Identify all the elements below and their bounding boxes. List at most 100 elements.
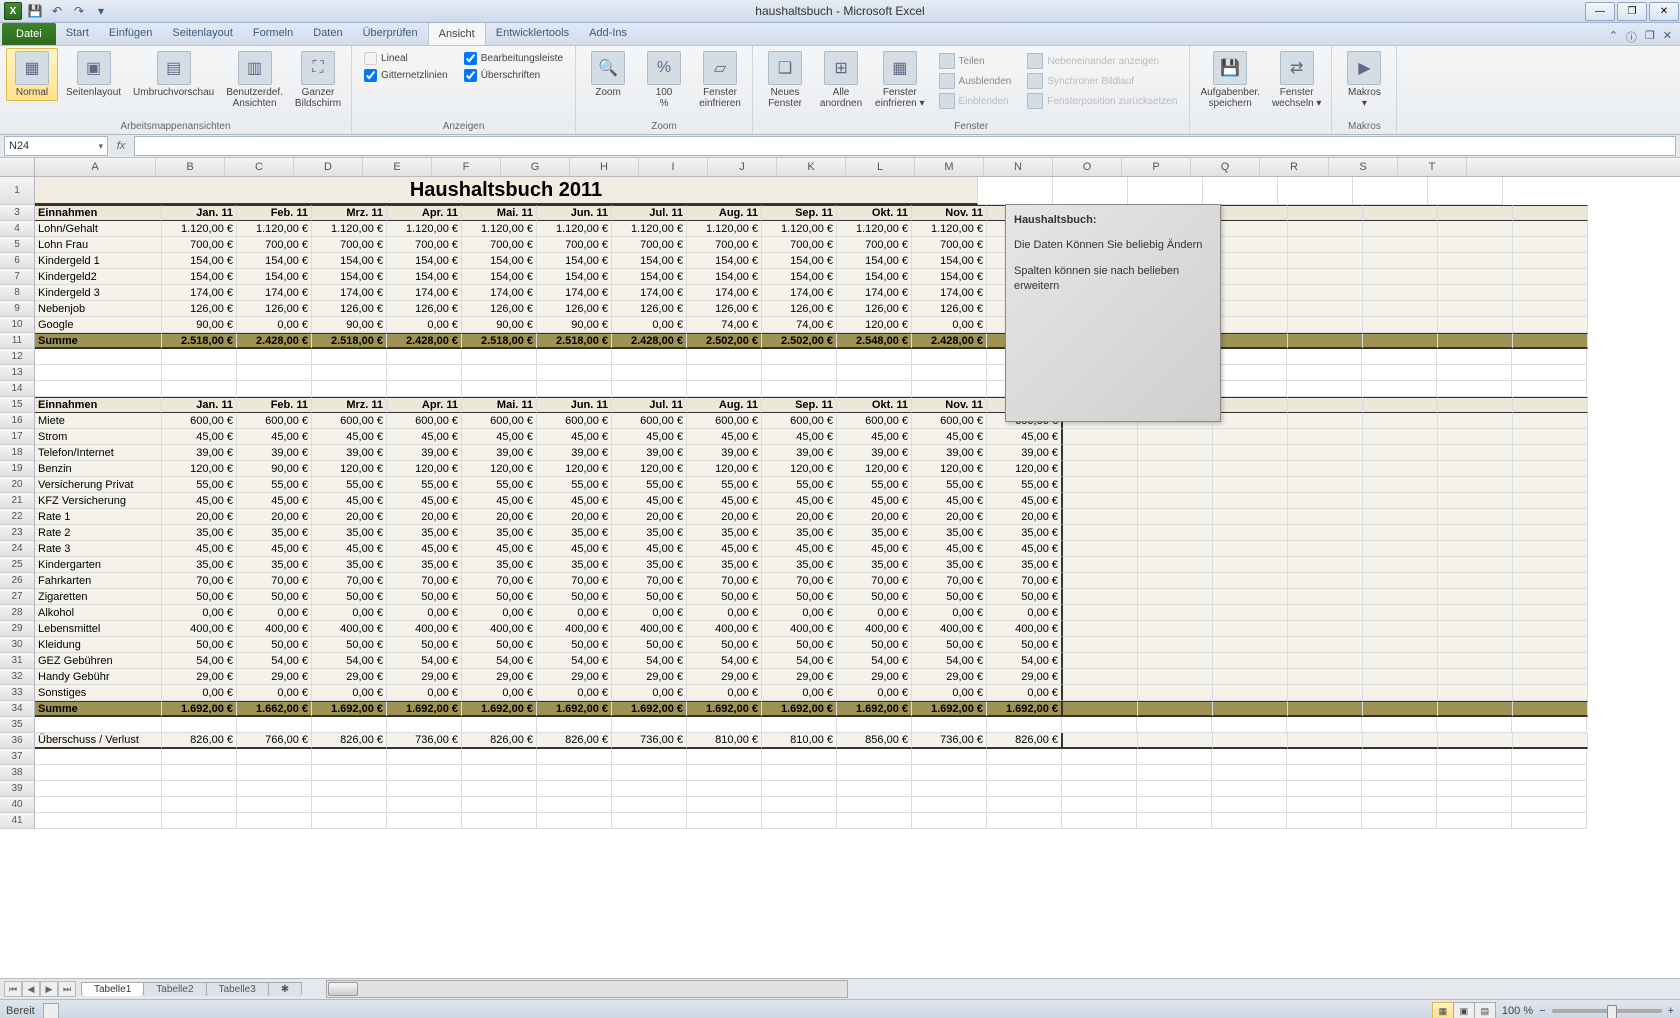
cell[interactable]: 50,00 €: [687, 589, 762, 605]
cell[interactable]: Jan. 11: [162, 397, 237, 413]
cell[interactable]: [35, 749, 162, 765]
cell[interactable]: 120,00 €: [612, 461, 687, 477]
cell[interactable]: [1213, 461, 1288, 477]
view-layout-icon[interactable]: ▣: [1453, 1002, 1475, 1018]
cell[interactable]: 600,00 €: [687, 413, 762, 429]
cell[interactable]: [612, 813, 687, 829]
cell[interactable]: [35, 365, 162, 381]
cell[interactable]: [1213, 205, 1288, 221]
cell[interactable]: [1363, 573, 1438, 589]
cell[interactable]: [1213, 525, 1288, 541]
cell[interactable]: Alkohol: [35, 605, 162, 621]
cell[interactable]: 126,00 €: [687, 301, 762, 317]
cell[interactable]: [1363, 477, 1438, 493]
cell[interactable]: Lohn/Gehalt: [35, 221, 162, 237]
cell[interactable]: [1438, 733, 1513, 749]
row-header[interactable]: 9: [0, 301, 35, 317]
cell[interactable]: [312, 749, 387, 765]
cell[interactable]: [1513, 557, 1588, 573]
zoom-slider[interactable]: [1552, 1009, 1662, 1013]
save-icon[interactable]: 💾: [26, 2, 44, 20]
side-by-side-button[interactable]: Nebeneinander anzeigen: [1027, 52, 1177, 70]
cell[interactable]: 154,00 €: [312, 269, 387, 285]
cell[interactable]: [1362, 381, 1437, 397]
cell[interactable]: 45,00 €: [537, 541, 612, 557]
cell[interactable]: Okt. 11: [837, 205, 912, 221]
cell[interactable]: [1363, 317, 1438, 333]
cell[interactable]: 400,00 €: [537, 621, 612, 637]
cell[interactable]: 1.692,00 €: [312, 701, 387, 717]
cell[interactable]: Kindergeld 3: [35, 285, 162, 301]
cell[interactable]: [1288, 573, 1363, 589]
cell[interactable]: [837, 717, 912, 733]
cell[interactable]: 35,00 €: [312, 525, 387, 541]
cell[interactable]: 174,00 €: [912, 285, 987, 301]
cell[interactable]: [1362, 365, 1437, 381]
cell[interactable]: [1288, 333, 1363, 349]
cell[interactable]: 174,00 €: [687, 285, 762, 301]
cell[interactable]: 2.518,00 €: [312, 333, 387, 349]
column-header[interactable]: H: [570, 158, 639, 176]
cell[interactable]: 154,00 €: [462, 269, 537, 285]
cell[interactable]: 55,00 €: [462, 477, 537, 493]
cell[interactable]: [1437, 365, 1512, 381]
cell[interactable]: 50,00 €: [387, 637, 462, 653]
cell[interactable]: 70,00 €: [837, 573, 912, 589]
cell[interactable]: [1137, 781, 1212, 797]
cell[interactable]: [1138, 605, 1213, 621]
cell[interactable]: 0,00 €: [912, 685, 987, 701]
cell[interactable]: 0,00 €: [387, 605, 462, 621]
cell[interactable]: 55,00 €: [162, 477, 237, 493]
cell[interactable]: [1437, 349, 1512, 365]
cell[interactable]: 45,00 €: [612, 429, 687, 445]
cell[interactable]: 154,00 €: [162, 253, 237, 269]
cell[interactable]: 29,00 €: [312, 669, 387, 685]
cell[interactable]: [987, 717, 1062, 733]
cell[interactable]: 120,00 €: [912, 461, 987, 477]
cell[interactable]: Mrz. 11: [312, 397, 387, 413]
cell[interactable]: 50,00 €: [162, 589, 237, 605]
cell[interactable]: [987, 781, 1062, 797]
cell[interactable]: [1438, 701, 1513, 717]
cell[interactable]: Jul. 11: [612, 397, 687, 413]
cell[interactable]: 29,00 €: [837, 669, 912, 685]
headings-checkbox[interactable]: Überschriften: [464, 69, 563, 82]
cell[interactable]: 736,00 €: [387, 733, 462, 749]
cell[interactable]: [162, 749, 237, 765]
cell[interactable]: 174,00 €: [237, 285, 312, 301]
cell[interactable]: 45,00 €: [312, 541, 387, 557]
row-header[interactable]: 29: [0, 621, 35, 637]
cell[interactable]: 2.518,00 €: [462, 333, 537, 349]
cell[interactable]: [1438, 637, 1513, 653]
cell[interactable]: [1138, 685, 1213, 701]
cell[interactable]: [687, 749, 762, 765]
cell[interactable]: 35,00 €: [837, 525, 912, 541]
cell[interactable]: [687, 381, 762, 397]
cell[interactable]: Feb. 11: [237, 397, 312, 413]
column-header[interactable]: M: [915, 158, 984, 176]
cell[interactable]: [237, 749, 312, 765]
cell[interactable]: [1363, 301, 1438, 317]
cell[interactable]: [1138, 477, 1213, 493]
cell[interactable]: [1363, 701, 1438, 717]
cell[interactable]: 35,00 €: [987, 525, 1063, 541]
cell[interactable]: 400,00 €: [612, 621, 687, 637]
cell[interactable]: [612, 797, 687, 813]
cell[interactable]: [1288, 653, 1363, 669]
cell[interactable]: 120,00 €: [687, 461, 762, 477]
column-header[interactable]: O: [1053, 158, 1122, 176]
cell[interactable]: Benzin: [35, 461, 162, 477]
cell[interactable]: [1213, 733, 1288, 749]
cell[interactable]: 174,00 €: [837, 285, 912, 301]
cell[interactable]: 0,00 €: [837, 605, 912, 621]
cell[interactable]: [1363, 653, 1438, 669]
cell[interactable]: 29,00 €: [912, 669, 987, 685]
cell[interactable]: 45,00 €: [987, 493, 1063, 509]
cell[interactable]: [1438, 557, 1513, 573]
cell[interactable]: [1288, 589, 1363, 605]
cell[interactable]: 154,00 €: [912, 269, 987, 285]
cell[interactable]: 55,00 €: [912, 477, 987, 493]
cell[interactable]: 45,00 €: [837, 541, 912, 557]
cell[interactable]: [1438, 605, 1513, 621]
cell[interactable]: [35, 349, 162, 365]
